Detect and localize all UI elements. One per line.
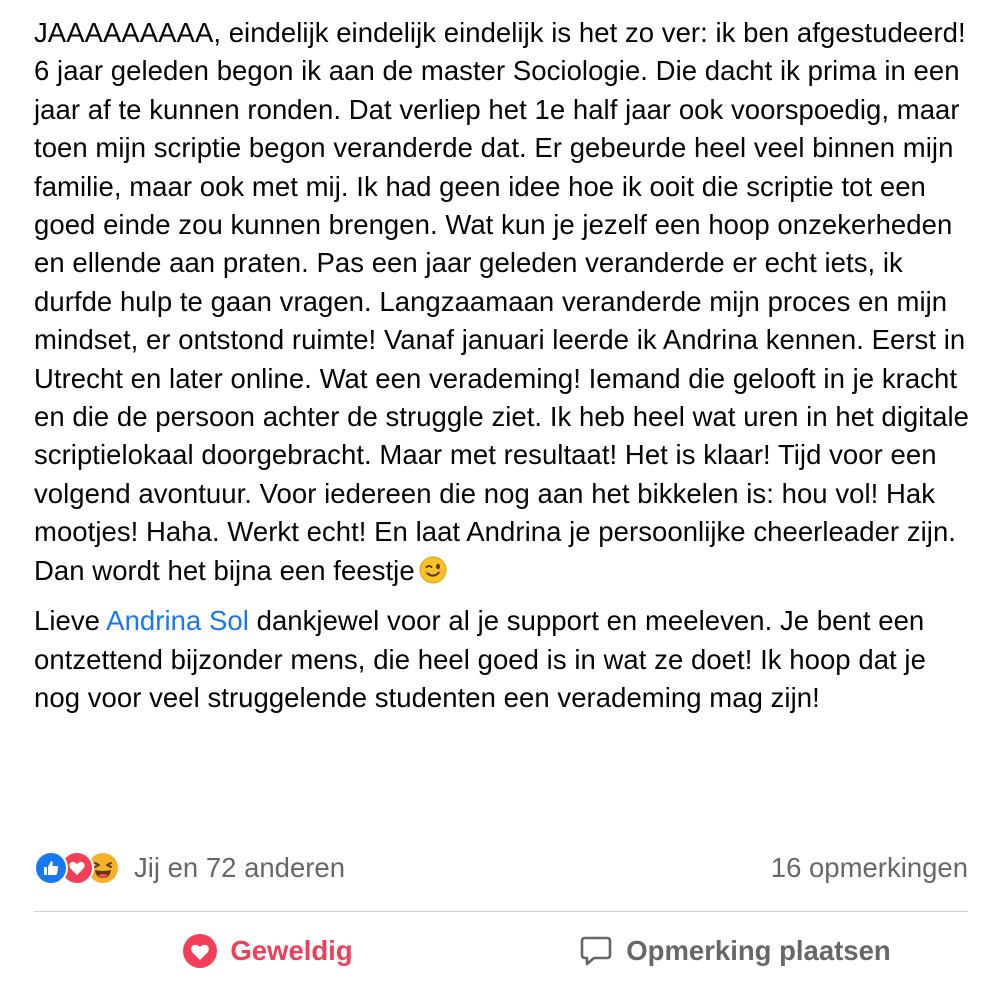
post-paragraph-2-before: Lieve — [34, 605, 107, 637]
comment-button-label: Opmerking plaatsen — [626, 935, 891, 966]
post-stats-bar: Jij en 72 anderen 16 opmerkingen — [34, 846, 968, 890]
comment-bubble-icon — [578, 933, 614, 969]
like-icon — [34, 851, 68, 885]
like-button[interactable]: Geweldig — [34, 918, 501, 984]
heart-icon — [182, 933, 218, 969]
facebook-post: JAAAAAAAAA, eindelijk eindelijk eindelij… — [0, 0, 996, 990]
post-paragraph-1-text: JAAAAAAAAA, eindelijk eindelijk eindelij… — [34, 17, 969, 586]
reactions-text: Jij en 72 anderen — [134, 852, 345, 883]
post-paragraph-2: Lieve Andrina Sol dankjewel voor al je s… — [34, 602, 974, 717]
post-body: JAAAAAAAAA, eindelijk eindelijk eindelij… — [34, 14, 974, 717]
comment-button[interactable]: Opmerking plaatsen — [501, 918, 968, 984]
like-button-label: Geweldig — [230, 935, 353, 966]
winking-face-icon — [419, 556, 447, 584]
post-actions: Geweldig Opmerking plaatsen — [34, 918, 968, 984]
post-paragraph-1: JAAAAAAAAA, eindelijk eindelijk eindelij… — [34, 14, 974, 590]
reactions-summary[interactable]: Jij en 72 anderen — [34, 851, 345, 885]
reaction-icons — [34, 851, 120, 885]
divider — [34, 911, 968, 912]
comments-count[interactable]: 16 opmerkingen — [771, 852, 968, 884]
mention-link[interactable]: Andrina Sol — [106, 605, 249, 636]
